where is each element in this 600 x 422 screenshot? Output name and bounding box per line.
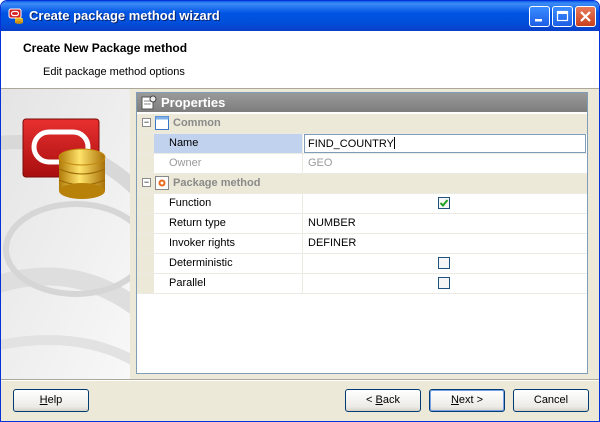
function-checkbox[interactable] (438, 197, 450, 209)
properties-header: Properties (137, 93, 587, 112)
category-label: Common (173, 117, 221, 129)
maximize-button[interactable] (552, 6, 573, 27)
property-grid: − Common Name FIND_COUNTRY Owner GEO − P… (137, 114, 587, 294)
help-button[interactable]: Help (13, 389, 89, 412)
collapse-icon[interactable]: − (142, 118, 151, 127)
window-title: Create package method wizard (29, 8, 220, 23)
footer-divider (1, 379, 599, 381)
next-label: ext > (458, 394, 484, 406)
property-invoker-rights-label: Invoker rights (154, 234, 303, 253)
back-label: ack (382, 394, 400, 406)
back-button[interactable]: < Back (345, 389, 421, 412)
oracle-database-graphic (1, 89, 130, 379)
properties-icon (141, 95, 157, 110)
wizard-side-graphic (1, 89, 130, 379)
property-row-parallel[interactable]: Parallel (137, 274, 587, 294)
checkmark-icon (439, 199, 449, 207)
help-mnemonic: H (39, 394, 48, 406)
properties-title: Properties (161, 95, 226, 110)
property-row-function[interactable]: Function (137, 194, 587, 214)
minimize-button[interactable] (529, 6, 550, 27)
help-label: elp (47, 394, 63, 406)
collapse-icon[interactable]: − (142, 178, 151, 187)
back-mnemonic: B (375, 394, 383, 406)
property-return-type-label: Return type (154, 214, 303, 233)
property-row-name[interactable]: Name FIND_COUNTRY (137, 134, 587, 154)
properties-panel: Properties − Common Name FIND_COUNTRY Ow… (136, 92, 588, 374)
wizard-window: Create package method wizard Create New … (0, 0, 600, 422)
back-arrow-label: < (366, 394, 376, 406)
next-button[interactable]: Next > (429, 389, 505, 412)
property-parallel-label: Parallel (154, 274, 303, 293)
common-category-icon (155, 116, 169, 130)
owner-value: GEO (308, 157, 333, 169)
property-row-invoker-rights[interactable]: Invoker rights DEFINER (137, 234, 587, 254)
cancel-button[interactable]: Cancel (513, 389, 589, 412)
property-name-label: Name (154, 134, 303, 153)
oracle-app-icon (8, 8, 23, 24)
name-input-value: FIND_COUNTRY (308, 138, 394, 150)
property-deterministic-label: Deterministic (154, 254, 303, 273)
title-bar[interactable]: Create package method wizard (1, 1, 599, 31)
package-method-category-icon (155, 176, 169, 190)
property-row-return-type[interactable]: Return type NUMBER (137, 214, 587, 234)
category-package-method[interactable]: − Package method (137, 174, 587, 194)
wizard-header: Create New Package method Edit package m… (1, 31, 599, 89)
property-row-deterministic[interactable]: Deterministic (137, 254, 587, 274)
parallel-checkbox[interactable] (438, 277, 450, 289)
minimize-icon (535, 19, 542, 22)
property-owner-label: Owner (154, 154, 303, 173)
close-button[interactable] (575, 6, 596, 27)
deterministic-checkbox[interactable] (438, 257, 450, 269)
property-row-owner[interactable]: Owner GEO (137, 154, 587, 174)
maximize-icon (556, 10, 569, 22)
page-subtitle: Edit package method options (43, 66, 185, 78)
text-caret (393, 137, 395, 149)
return-type-value[interactable]: NUMBER (304, 214, 587, 233)
category-common[interactable]: − Common (137, 114, 587, 134)
next-mnemonic: N (450, 394, 459, 406)
close-icon (580, 11, 591, 22)
property-function-label: Function (154, 194, 303, 213)
invoker-rights-value[interactable]: DEFINER (304, 234, 587, 253)
cancel-label: Cancel (533, 394, 569, 406)
name-input[interactable]: FIND_COUNTRY (304, 134, 586, 153)
category-label: Package method (173, 177, 261, 189)
page-title: Create New Package method (23, 41, 188, 55)
